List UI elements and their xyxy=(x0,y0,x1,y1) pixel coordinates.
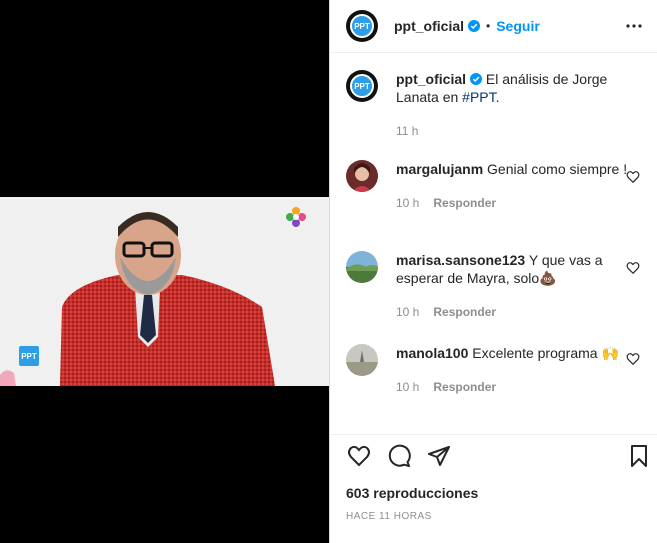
like-comment-heart-icon[interactable] xyxy=(626,352,640,366)
ppt-logo-badge: PPT xyxy=(19,346,39,366)
caption-meta: 11 h xyxy=(396,122,632,140)
caption-time[interactable]: 11 h xyxy=(396,122,418,140)
like-comment-heart-icon[interactable] xyxy=(626,170,640,184)
separator-dot: • xyxy=(486,19,491,33)
comment-username[interactable]: marisa.sansone123 xyxy=(396,252,525,268)
post-actions: 603 reproducciones HACE 11 HORAS xyxy=(330,434,657,543)
caption-hashtag[interactable]: #PPT xyxy=(462,89,495,105)
save-bookmark-icon[interactable] xyxy=(626,443,652,469)
comment-username[interactable]: manola100 xyxy=(396,345,468,361)
comment-time[interactable]: 10 h xyxy=(396,378,419,396)
video-player[interactable] xyxy=(0,197,329,386)
comment-text: manola100 Excelente programa 🙌 10 h Resp… xyxy=(396,344,632,396)
comment-item: marisa.sansone123 Y que vas a esperar de… xyxy=(346,251,646,321)
comment-time[interactable]: 10 h xyxy=(396,303,419,321)
commenter-avatar[interactable] xyxy=(346,251,378,283)
video-frame xyxy=(0,197,329,386)
comment-item: manola100 Excelente programa 🙌 10 h Resp… xyxy=(346,344,646,396)
caption-avatar-logo: PPT xyxy=(350,74,374,98)
caption-avatar[interactable]: PPT xyxy=(346,70,378,102)
post-header: PPT ppt_oficial • Seguir xyxy=(330,0,657,53)
caption-end: . xyxy=(495,89,500,105)
commenter-avatar[interactable] xyxy=(346,160,378,192)
author-avatar[interactable]: PPT xyxy=(346,10,378,42)
more-options-icon[interactable] xyxy=(622,14,646,38)
share-send-icon[interactable] xyxy=(426,443,452,469)
comment-meta: 10 h Responder xyxy=(396,378,632,396)
comments-list: PPT ppt_oficial El análisis de Jorge Lan… xyxy=(330,54,657,434)
reply-button[interactable]: Responder xyxy=(433,303,496,321)
comment-username[interactable]: margalujanm xyxy=(396,161,483,177)
caption-text: ppt_oficial El análisis de Jorge Lanata … xyxy=(396,70,632,140)
post-timestamp[interactable]: HACE 11 HORAS xyxy=(346,511,432,522)
like-comment-heart-icon[interactable] xyxy=(626,261,640,275)
post-modal: PPT PPT ppt_oficial • Seguir PPT ppt_ofi… xyxy=(0,0,657,543)
view-count[interactable]: 603 reproducciones xyxy=(346,485,478,501)
comment-bubble-icon[interactable] xyxy=(386,443,412,469)
author-avatar-logo: PPT xyxy=(350,14,374,38)
comment-meta: 10 h Responder xyxy=(396,194,632,212)
media-panel: PPT xyxy=(0,0,329,543)
comment-meta: 10 h Responder xyxy=(396,303,632,321)
comment-time[interactable]: 10 h xyxy=(396,194,419,212)
author-username[interactable]: ppt_oficial xyxy=(394,18,464,34)
follow-button[interactable]: Seguir xyxy=(496,18,540,34)
commenter-avatar[interactable] xyxy=(346,344,378,376)
like-heart-icon[interactable] xyxy=(346,443,372,469)
comment-text: marisa.sansone123 Y que vas a esperar de… xyxy=(396,251,632,321)
comment-body: Genial como siempre ! xyxy=(487,161,628,177)
reply-button[interactable]: Responder xyxy=(433,194,496,212)
caption: PPT ppt_oficial El análisis de Jorge Lan… xyxy=(346,70,646,140)
comment-item: margalujanm Genial como siempre ! 10 h R… xyxy=(346,160,646,212)
reply-button[interactable]: Responder xyxy=(433,378,496,396)
verified-badge-icon xyxy=(470,73,483,85)
post-panel: PPT ppt_oficial • Seguir PPT ppt_oficial… xyxy=(329,0,657,543)
caption-username[interactable]: ppt_oficial xyxy=(396,71,466,87)
comment-body: Excelente programa 🙌 xyxy=(472,345,619,361)
verified-badge-icon xyxy=(468,20,481,32)
comment-text: margalujanm Genial como siempre ! 10 h R… xyxy=(396,160,632,212)
